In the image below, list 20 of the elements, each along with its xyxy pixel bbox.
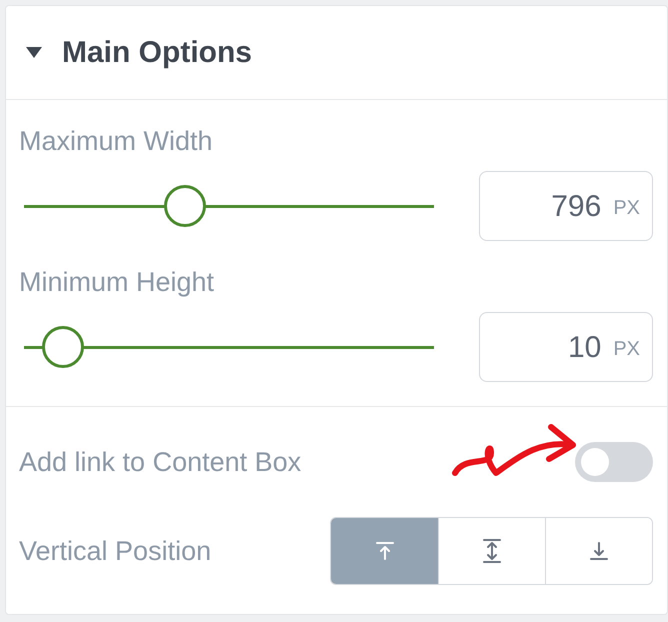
unit-label: PX [613, 337, 640, 362]
number-field[interactable]: 796 PX [479, 171, 653, 241]
slider[interactable] [24, 184, 434, 228]
unit-label: PX [613, 196, 640, 221]
caret-icon[interactable] [26, 46, 42, 58]
slider-thumb[interactable] [42, 326, 84, 368]
field-value: 796 [551, 188, 602, 224]
align-top-icon [374, 540, 396, 562]
align-bottom-icon [588, 540, 610, 562]
align-middle-icon [481, 538, 503, 564]
slider-thumb[interactable] [164, 185, 206, 227]
slider[interactable] [24, 325, 434, 369]
number-field[interactable]: 10 PX [479, 312, 653, 382]
field-label: Vertical Position [19, 534, 212, 568]
toggle-label: Add link to Content Box [19, 446, 302, 479]
toggle-switch[interactable] [575, 442, 653, 482]
field-label: Maximum Width [19, 125, 214, 158]
field-label: Minimum Height [19, 266, 216, 299]
field-value: 10 [568, 330, 602, 366]
section-title[interactable]: Main Options [62, 30, 252, 75]
